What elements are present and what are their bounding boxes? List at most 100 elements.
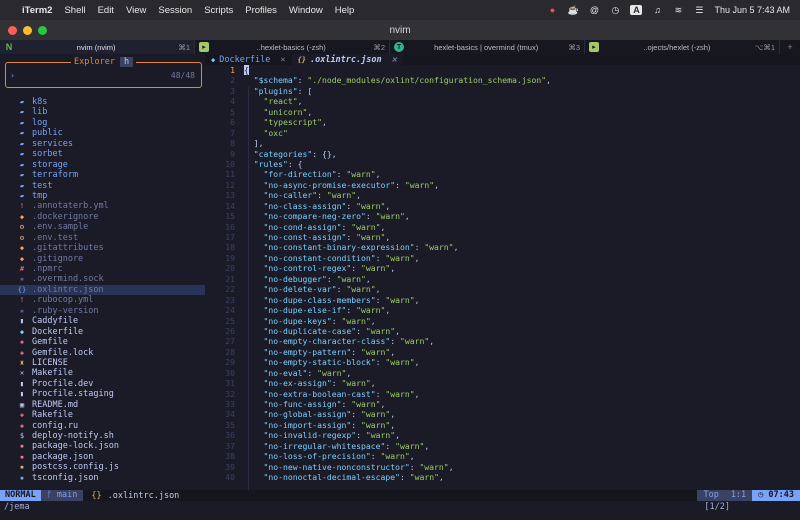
at-icon[interactable]: @: [588, 5, 600, 15]
file-list-item[interactable]: ⚙ .env.sample: [0, 222, 205, 232]
file-list-item[interactable]: ◈ Rakefile: [0, 410, 205, 420]
explorer-filter-box[interactable]: Explorer h › 48/48: [5, 57, 202, 88]
file-list-item[interactable]: {} .oxlintrc.json: [0, 284, 205, 296]
editor-tab-label: .oxlintrc.json: [309, 54, 382, 65]
file-list-item[interactable]: ! .annotaterb.yml: [0, 201, 205, 211]
file-list-item[interactable]: ◆ Dockerfile: [0, 327, 205, 337]
code-token: ,: [414, 357, 420, 368]
file-name: services: [32, 138, 73, 149]
folder-icon: ▰: [19, 139, 25, 148]
file-list-item[interactable]: ▰ test: [0, 181, 205, 191]
menu-view[interactable]: View: [126, 5, 146, 16]
editor-tab-oxlintrc[interactable]: {} .oxlintrc.json ✕: [291, 54, 403, 65]
menu-edit[interactable]: Edit: [98, 5, 114, 16]
code-line: 14 "no-class-assign": "warn",: [205, 201, 800, 211]
file-list-item[interactable]: ▪ package-lock.json: [0, 441, 205, 451]
code-token: ,: [404, 211, 410, 222]
file-list-item[interactable]: ! .rubocop.yml: [0, 295, 205, 305]
file-list-item[interactable]: ✕ Makefile: [0, 368, 205, 378]
menu-session[interactable]: Session: [158, 5, 192, 16]
file-icon: {}: [17, 285, 27, 294]
code-token: ,: [424, 440, 430, 451]
code-line: 25 "no-dupe-keys": "warn",: [205, 316, 800, 326]
file-list-item[interactable]: ▪ tsconfig.json: [0, 473, 205, 483]
file-list-item[interactable]: # .npmrc: [0, 264, 205, 274]
file-list-item[interactable]: ◆ .dockerignore: [0, 212, 205, 222]
code-token: ,: [414, 388, 420, 399]
clock-status-icon[interactable]: ◷: [609, 5, 621, 16]
file-list-item[interactable]: ▮ Procfile.dev: [0, 379, 205, 389]
file-list-item[interactable]: ▪ .ruby-version: [0, 306, 205, 316]
zoom-window-button[interactable]: [38, 26, 47, 35]
minimize-window-button[interactable]: [23, 26, 32, 35]
menu-window[interactable]: Window: [289, 5, 323, 16]
control-center-icon[interactable]: ☰: [693, 5, 705, 16]
code-token: :: [385, 440, 396, 451]
code-line: 1{: [205, 65, 800, 75]
file-name: Procfile.staging: [32, 389, 114, 400]
code-token: ,: [409, 451, 415, 462]
menu-help[interactable]: Help: [335, 5, 355, 16]
wifi-icon[interactable]: ≋: [672, 5, 684, 16]
file-list-item[interactable]: ◈ config.ru: [0, 421, 205, 431]
folder-icon: ▰: [19, 98, 25, 106]
file-list-item[interactable]: ▰ log: [0, 118, 205, 128]
line-number: 10: [225, 158, 235, 169]
file-list-item[interactable]: ▪ postcss.config.js: [0, 462, 205, 472]
explorer-hint-key: h: [119, 57, 134, 67]
terminal-tab-1[interactable]: N nvim (nvim) ⌘1: [0, 40, 195, 54]
menubar-clock[interactable]: Thu Jun 5 7:43 AM: [714, 5, 790, 15]
file-list-item[interactable]: ▰ tmp: [0, 191, 205, 201]
file-list-item[interactable]: ▮ Procfile.staging: [0, 389, 205, 399]
file-icon: ⚙: [19, 233, 25, 242]
file-list-item[interactable]: ▮ Caddyfile: [0, 316, 205, 326]
file-list-item[interactable]: ▰ sorbet: [0, 149, 205, 159]
editor-tab-dockerfile[interactable]: ◆ Dockerfile ✕: [205, 54, 292, 65]
file-list-item[interactable]: ◈ Gemfile: [0, 337, 205, 347]
file-list-item[interactable]: ⚙ .env.test: [0, 233, 205, 243]
file-list-item[interactable]: ♜ LICENSE: [0, 358, 205, 368]
code-line: 35 "no-import-assign": "warn",: [205, 420, 800, 430]
close-icon[interactable]: ✕: [280, 55, 285, 65]
file-name: LICENSE: [32, 357, 68, 368]
vim-cmdline[interactable]: /jema [1/2]: [0, 501, 800, 512]
file-list-item[interactable]: ▰ storage: [0, 160, 205, 170]
code-area[interactable]: 1{2 "$schema": "./node_modules/oxlint/co…: [205, 65, 800, 503]
file-list-item[interactable]: ▪ .overmind.sock: [0, 274, 205, 284]
file-list-item[interactable]: ▰ public: [0, 128, 205, 138]
code-token: "$schema": [253, 75, 298, 86]
menu-profiles[interactable]: Profiles: [245, 5, 277, 16]
new-tab-button[interactable]: +: [780, 40, 800, 54]
code-token: "warn": [375, 211, 405, 222]
status-filename: .oxlintrc.json: [107, 490, 180, 501]
headphones-icon[interactable]: ♫: [651, 5, 663, 15]
menu-app-name[interactable]: iTerm2: [22, 5, 52, 16]
file-list-item[interactable]: ◆ .gitignore: [0, 254, 205, 264]
menu-shell[interactable]: Shell: [64, 5, 85, 16]
code-token: ,: [380, 399, 386, 409]
file-list-item[interactable]: $ deploy-notify.sh: [0, 431, 205, 441]
file-list-item[interactable]: ▰ services: [0, 139, 205, 149]
file-icon: ▪: [19, 306, 25, 315]
close-icon[interactable]: ✕: [392, 55, 397, 65]
file-list-item[interactable]: ▰ lib: [0, 107, 205, 117]
code-token: "no-empty-character-class": [263, 336, 391, 347]
terminal-tab-4[interactable]: ▸ ..ojects/hexlet (-zsh) ⌥⌘1: [585, 40, 780, 54]
file-name: deploy-notify.sh: [32, 431, 114, 441]
menu-scripts[interactable]: Scripts: [204, 5, 233, 16]
input-source-icon[interactable]: A: [630, 5, 643, 15]
file-list-item[interactable]: ◆ .gitattributes: [0, 243, 205, 253]
record-icon[interactable]: ●: [546, 5, 558, 15]
file-list-item[interactable]: ▰ terraform: [0, 170, 205, 180]
teapot-icon[interactable]: ☕: [567, 5, 579, 16]
file-list-item[interactable]: ▰ k8s: [0, 97, 205, 107]
file-list-item[interactable]: ▪ package.json: [0, 452, 205, 462]
terminal-tab-3[interactable]: T hexlet-basics | overmind (tmux) ⌘3: [390, 40, 585, 54]
file-list-item[interactable]: ▣ README.md: [0, 400, 205, 410]
close-window-button[interactable]: [8, 26, 17, 35]
terminal-tab-2[interactable]: ▸ ..hexlet-basics (-zsh) ⌘2: [195, 40, 390, 54]
file-list-item[interactable]: ◈ Gemfile.lock: [0, 348, 205, 358]
code-token: "no-class-assign": [263, 200, 347, 211]
